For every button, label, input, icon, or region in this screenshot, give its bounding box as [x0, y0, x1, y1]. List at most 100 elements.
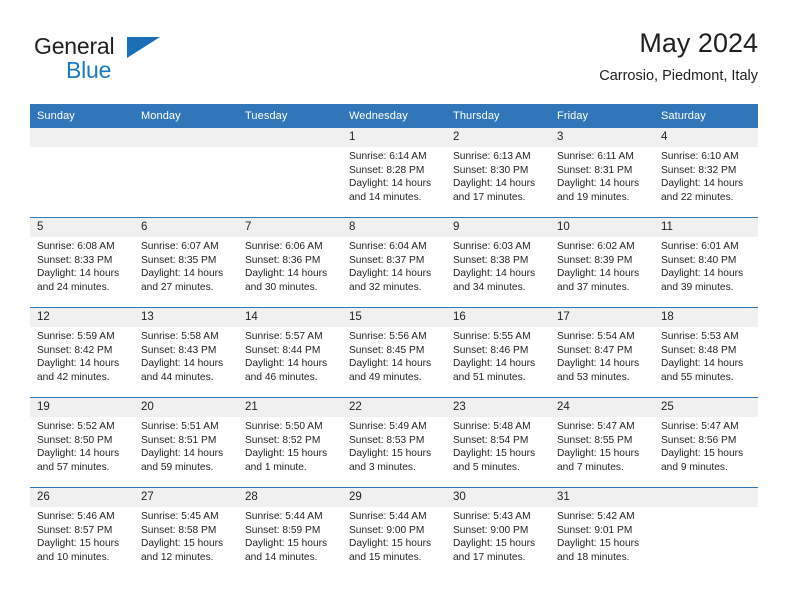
- day-number: 21: [238, 398, 342, 417]
- sunset-text: Sunset: 8:44 PM: [245, 344, 321, 356]
- day-details: Sunrise: 6:02 AM Sunset: 8:39 PM Daylight:…: [550, 237, 654, 294]
- day-details: Sunrise: 5:51 AM Sunset: 8:51 PM Daylight:…: [134, 417, 238, 474]
- calendar-day-cell[interactable]: 25 Sunrise: 5:47 AM Sunset: 8:56 PM Dayligh…: [654, 397, 758, 488]
- title-block: May 2024 Carrosio, Piedmont, Italy: [599, 26, 758, 87]
- calendar-day-cell[interactable]: 9 Sunrise: 6:03 AM Sunset: 8:38 PM Daylight…: [446, 217, 550, 308]
- sunrise-text: Sunrise: 5:57 AM: [245, 331, 323, 342]
- daylight-text-line1: Daylight: 14 hours: [141, 358, 224, 370]
- day-number: 4: [654, 128, 758, 147]
- day-details: Sunrise: 5:53 AM Sunset: 8:48 PM Daylight:…: [654, 327, 758, 384]
- daylight-text-line2: and 10 minutes.: [37, 551, 110, 563]
- calendar-day-cell[interactable]: 16 Sunrise: 5:55 AM Sunset: 8:46 PM Dayligh…: [446, 307, 550, 398]
- sunrise-text: Sunrise: 5:52 AM: [37, 421, 115, 432]
- sunset-text: Sunset: 8:37 PM: [349, 254, 425, 266]
- calendar-day-cell[interactable]: 3 Sunrise: 6:11 AM Sunset: 8:31 PM Daylight…: [550, 127, 654, 218]
- day-details: Sunrise: 5:58 AM Sunset: 8:43 PM Daylight:…: [134, 327, 238, 384]
- sunrise-text: Sunrise: 5:49 AM: [349, 421, 427, 432]
- sunset-text: Sunset: 8:42 PM: [37, 344, 113, 356]
- daylight-text-line2: and 37 minutes.: [557, 281, 630, 293]
- sunrise-text: Sunrise: 6:04 AM: [349, 241, 427, 252]
- calendar-day-cell[interactable]: 31 Sunrise: 5:42 AM Sunset: 9:01 PM Dayligh…: [550, 487, 654, 577]
- daylight-text-line2: and 49 minutes.: [349, 371, 422, 383]
- calendar-day-cell[interactable]: 24 Sunrise: 5:47 AM Sunset: 8:55 PM Dayligh…: [550, 397, 654, 488]
- weekday-header-sunday: Sunday: [30, 104, 134, 128]
- sunset-text: Sunset: 9:01 PM: [557, 524, 633, 536]
- daylight-text-line2: and 57 minutes.: [37, 461, 110, 473]
- daylight-text-line1: Daylight: 14 hours: [349, 358, 432, 370]
- calendar-day-cell[interactable]: 27 Sunrise: 5:45 AM Sunset: 8:58 PM Dayligh…: [134, 487, 238, 577]
- calendar-day-cell[interactable]: 2 Sunrise: 6:13 AM Sunset: 8:30 PM Daylight…: [446, 127, 550, 218]
- calendar-day-cell[interactable]: 19 Sunrise: 5:52 AM Sunset: 8:50 PM Dayligh…: [30, 397, 134, 488]
- sunrise-text: Sunrise: 6:13 AM: [453, 151, 531, 162]
- calendar-day-cell[interactable]: 20 Sunrise: 5:51 AM Sunset: 8:51 PM Dayligh…: [134, 397, 238, 488]
- day-details: Sunrise: 5:57 AM Sunset: 8:44 PM Daylight:…: [238, 327, 342, 384]
- daylight-text-line2: and 53 minutes.: [557, 371, 630, 383]
- calendar-day-cell[interactable]: 15 Sunrise: 5:56 AM Sunset: 8:45 PM Dayligh…: [342, 307, 446, 398]
- day-number: 5: [30, 218, 134, 237]
- day-number: [30, 128, 134, 147]
- sunset-text: Sunset: 8:45 PM: [349, 344, 425, 356]
- daylight-text-line1: Daylight: 14 hours: [245, 268, 328, 280]
- daylight-text-line1: Daylight: 15 hours: [245, 448, 328, 460]
- calendar-day-cell[interactable]: 14 Sunrise: 5:57 AM Sunset: 8:44 PM Dayligh…: [238, 307, 342, 398]
- daylight-text-line2: and 5 minutes.: [453, 461, 520, 473]
- sunset-text: Sunset: 8:47 PM: [557, 344, 633, 356]
- sunrise-text: Sunrise: 5:48 AM: [453, 421, 531, 432]
- calendar-day-cell[interactable]: 21 Sunrise: 5:50 AM Sunset: 8:52 PM Dayligh…: [238, 397, 342, 488]
- sunrise-text: Sunrise: 6:11 AM: [557, 151, 634, 162]
- calendar-day-cell[interactable]: 23 Sunrise: 5:48 AM Sunset: 8:54 PM Dayligh…: [446, 397, 550, 488]
- day-details: Sunrise: 6:03 AM Sunset: 8:38 PM Daylight:…: [446, 237, 550, 294]
- daylight-text-line2: and 51 minutes.: [453, 371, 526, 383]
- general-blue-logo[interactable]: General Blue: [34, 34, 224, 90]
- sunrise-text: Sunrise: 5:54 AM: [557, 331, 635, 342]
- daylight-text-line2: and 15 minutes.: [349, 551, 422, 563]
- sunrise-text: Sunrise: 5:46 AM: [37, 511, 115, 522]
- calendar-day-cell[interactable]: 1 Sunrise: 6:14 AM Sunset: 8:28 PM Daylight…: [342, 127, 446, 218]
- day-details: Sunrise: 5:49 AM Sunset: 8:53 PM Daylight:…: [342, 417, 446, 474]
- weekday-header-friday: Friday: [550, 104, 654, 128]
- day-number: [238, 128, 342, 147]
- calendar-day-cell[interactable]: 11 Sunrise: 6:01 AM Sunset: 8:40 PM Dayligh…: [654, 217, 758, 308]
- daylight-text-line2: and 27 minutes.: [141, 281, 214, 293]
- daylight-text-line2: and 32 minutes.: [349, 281, 422, 293]
- calendar-day-cell[interactable]: 26 Sunrise: 5:46 AM Sunset: 8:57 PM Dayligh…: [30, 487, 134, 577]
- day-details: Sunrise: 6:06 AM Sunset: 8:36 PM Daylight:…: [238, 237, 342, 294]
- day-details: Sunrise: 5:44 AM Sunset: 9:00 PM Daylight:…: [342, 507, 446, 564]
- day-number: 8: [342, 218, 446, 237]
- day-number: 16: [446, 308, 550, 327]
- daylight-text-line1: Daylight: 14 hours: [557, 178, 640, 190]
- calendar-day-cell[interactable]: 7 Sunrise: 6:06 AM Sunset: 8:36 PM Daylight…: [238, 217, 342, 308]
- day-number: 11: [654, 218, 758, 237]
- daylight-text-line1: Daylight: 14 hours: [557, 268, 640, 280]
- day-details: Sunrise: 6:07 AM Sunset: 8:35 PM Daylight:…: [134, 237, 238, 294]
- calendar-day-cell[interactable]: 4 Sunrise: 6:10 AM Sunset: 8:32 PM Daylight…: [654, 127, 758, 218]
- sunrise-text: Sunrise: 5:58 AM: [141, 331, 219, 342]
- sunset-text: Sunset: 8:59 PM: [245, 524, 321, 536]
- sunset-text: Sunset: 8:36 PM: [245, 254, 321, 266]
- day-details: Sunrise: 5:46 AM Sunset: 8:57 PM Daylight:…: [30, 507, 134, 564]
- calendar-day-cell[interactable]: 17 Sunrise: 5:54 AM Sunset: 8:47 PM Dayligh…: [550, 307, 654, 398]
- sunset-text: Sunset: 8:48 PM: [661, 344, 737, 356]
- calendar-day-cell-empty: [238, 127, 342, 218]
- calendar-day-cell[interactable]: 8 Sunrise: 6:04 AM Sunset: 8:37 PM Daylight…: [342, 217, 446, 308]
- calendar-day-cell[interactable]: 18 Sunrise: 5:53 AM Sunset: 8:48 PM Dayligh…: [654, 307, 758, 398]
- calendar-day-cell[interactable]: 5 Sunrise: 6:08 AM Sunset: 8:33 PM Daylight…: [30, 217, 134, 308]
- calendar-day-cell[interactable]: 12 Sunrise: 5:59 AM Sunset: 8:42 PM Dayligh…: [30, 307, 134, 398]
- day-details: Sunrise: 5:42 AM Sunset: 9:01 PM Daylight:…: [550, 507, 654, 564]
- daylight-text-line2: and 12 minutes.: [141, 551, 214, 563]
- calendar-day-cell[interactable]: 13 Sunrise: 5:58 AM Sunset: 8:43 PM Dayligh…: [134, 307, 238, 398]
- calendar-day-cell[interactable]: 6 Sunrise: 6:07 AM Sunset: 8:35 PM Daylight…: [134, 217, 238, 308]
- page-title: May 2024: [639, 28, 758, 58]
- daylight-text-line2: and 55 minutes.: [661, 371, 734, 383]
- day-number: 3: [550, 128, 654, 147]
- calendar-week-row: 19 Sunrise: 5:52 AM Sunset: 8:50 PM Dayligh…: [30, 397, 758, 488]
- sunset-text: Sunset: 8:58 PM: [141, 524, 217, 536]
- calendar-day-cell[interactable]: 22 Sunrise: 5:49 AM Sunset: 8:53 PM Dayligh…: [342, 397, 446, 488]
- sunset-text: Sunset: 8:53 PM: [349, 434, 425, 446]
- calendar-day-cell[interactable]: 28 Sunrise: 5:44 AM Sunset: 8:59 PM Dayligh…: [238, 487, 342, 577]
- calendar-day-cell[interactable]: 30 Sunrise: 5:43 AM Sunset: 9:00 PM Dayligh…: [446, 487, 550, 577]
- calendar-day-cell[interactable]: 10 Sunrise: 6:02 AM Sunset: 8:39 PM Dayligh…: [550, 217, 654, 308]
- day-number: 13: [134, 308, 238, 327]
- calendar-day-cell[interactable]: 29 Sunrise: 5:44 AM Sunset: 9:00 PM Dayligh…: [342, 487, 446, 577]
- day-number: 29: [342, 488, 446, 507]
